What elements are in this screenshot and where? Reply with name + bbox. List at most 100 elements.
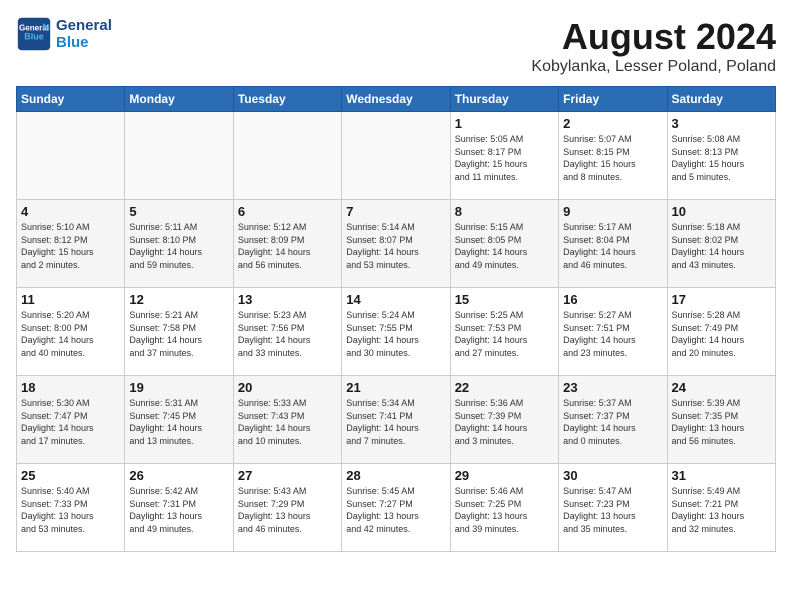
weekday-header-tuesday: Tuesday xyxy=(233,87,341,112)
calendar-cell: 4 Sunrise: 5:10 AM Sunset: 8:12 PM Daylig… xyxy=(17,200,125,288)
calendar-cell: 7Sunrise: 5:14 AM Sunset: 8:07 PM Daylig… xyxy=(342,200,450,288)
week-row-3: 11 Sunrise: 5:20 AM Sunset: 8:00 PM Dayli… xyxy=(17,288,776,376)
day-number: 16 xyxy=(563,292,662,307)
month-year-title: August 2024 xyxy=(531,16,776,58)
day-number: 29 xyxy=(455,468,554,483)
calendar-cell xyxy=(125,112,233,200)
week-row-4: 18Sunrise: 5:30 AM Sunset: 7:47 PM Dayli… xyxy=(17,376,776,464)
day-number: 31 xyxy=(672,468,771,483)
day-info: Sunrise: 5:12 AM Sunset: 8:09 PM Dayligh… xyxy=(238,221,337,271)
day-info: Sunrise: 5:23 AM Sunset: 7:56 PM Dayligh… xyxy=(238,309,337,359)
weekday-header-wednesday: Wednesday xyxy=(342,87,450,112)
svg-text:Blue: Blue xyxy=(24,31,44,41)
week-row-2: 4 Sunrise: 5:10 AM Sunset: 8:12 PM Daylig… xyxy=(17,200,776,288)
calendar-cell: 24Sunrise: 5:39 AM Sunset: 7:35 PM Dayli… xyxy=(667,376,775,464)
day-info: Sunrise: 5:14 AM Sunset: 8:07 PM Dayligh… xyxy=(346,221,445,271)
weekday-header-monday: Monday xyxy=(125,87,233,112)
week-row-5: 25 Sunrise: 5:40 AM Sunset: 7:33 PM Dayli… xyxy=(17,464,776,552)
calendar-header: SundayMondayTuesdayWednesdayThursdayFrid… xyxy=(17,87,776,112)
day-number: 11 xyxy=(21,292,120,307)
day-info: Sunrise: 5:17 AM Sunset: 8:04 PM Dayligh… xyxy=(563,221,662,271)
calendar-cell: 16 Sunrise: 5:27 AM Sunset: 7:51 PM Dayli… xyxy=(559,288,667,376)
day-info: Sunrise: 5:31 AM Sunset: 7:45 PM Dayligh… xyxy=(129,397,228,447)
day-info: Sunrise: 5:45 AM Sunset: 7:27 PM Dayligh… xyxy=(346,485,445,535)
day-info: Sunrise: 5:07 AM Sunset: 8:15 PM Dayligh… xyxy=(563,133,662,183)
day-number: 13 xyxy=(238,292,337,307)
calendar-cell: 19 Sunrise: 5:31 AM Sunset: 7:45 PM Dayli… xyxy=(125,376,233,464)
logo-line1: General xyxy=(56,17,112,34)
day-info: Sunrise: 5:11 AM Sunset: 8:10 PM Dayligh… xyxy=(129,221,228,271)
day-number: 19 xyxy=(129,380,228,395)
day-info: Sunrise: 5:34 AM Sunset: 7:41 PM Dayligh… xyxy=(346,397,445,447)
day-number: 14 xyxy=(346,292,445,307)
day-number: 5 xyxy=(129,204,228,219)
day-number: 22 xyxy=(455,380,554,395)
weekday-header-saturday: Saturday xyxy=(667,87,775,112)
day-number: 28 xyxy=(346,468,445,483)
day-info: Sunrise: 5:10 AM Sunset: 8:12 PM Dayligh… xyxy=(21,221,120,271)
day-info: Sunrise: 5:42 AM Sunset: 7:31 PM Dayligh… xyxy=(129,485,228,535)
calendar-cell: 26 Sunrise: 5:42 AM Sunset: 7:31 PM Dayli… xyxy=(125,464,233,552)
day-info: Sunrise: 5:40 AM Sunset: 7:33 PM Dayligh… xyxy=(21,485,120,535)
day-number: 3 xyxy=(672,116,771,131)
day-info: Sunrise: 5:33 AM Sunset: 7:43 PM Dayligh… xyxy=(238,397,337,447)
day-info: Sunrise: 5:36 AM Sunset: 7:39 PM Dayligh… xyxy=(455,397,554,447)
calendar-body: 1Sunrise: 5:05 AM Sunset: 8:17 PM Daylig… xyxy=(17,112,776,552)
calendar-cell: 3Sunrise: 5:08 AM Sunset: 8:13 PM Daylig… xyxy=(667,112,775,200)
day-info: Sunrise: 5:28 AM Sunset: 7:49 PM Dayligh… xyxy=(672,309,771,359)
day-number: 8 xyxy=(455,204,554,219)
calendar-cell: 8Sunrise: 5:15 AM Sunset: 8:05 PM Daylig… xyxy=(450,200,558,288)
day-info: Sunrise: 5:21 AM Sunset: 7:58 PM Dayligh… xyxy=(129,309,228,359)
weekday-header-friday: Friday xyxy=(559,87,667,112)
calendar-cell: 21Sunrise: 5:34 AM Sunset: 7:41 PM Dayli… xyxy=(342,376,450,464)
day-number: 9 xyxy=(563,204,662,219)
weekday-row: SundayMondayTuesdayWednesdayThursdayFrid… xyxy=(17,87,776,112)
calendar-cell: 9 Sunrise: 5:17 AM Sunset: 8:04 PM Daylig… xyxy=(559,200,667,288)
calendar-cell: 20 Sunrise: 5:33 AM Sunset: 7:43 PM Dayli… xyxy=(233,376,341,464)
day-number: 4 xyxy=(21,204,120,219)
day-number: 10 xyxy=(672,204,771,219)
calendar-cell: 17Sunrise: 5:28 AM Sunset: 7:49 PM Dayli… xyxy=(667,288,775,376)
day-info: Sunrise: 5:49 AM Sunset: 7:21 PM Dayligh… xyxy=(672,485,771,535)
calendar-cell: 2Sunrise: 5:07 AM Sunset: 8:15 PM Daylig… xyxy=(559,112,667,200)
calendar-cell: 6 Sunrise: 5:12 AM Sunset: 8:09 PM Daylig… xyxy=(233,200,341,288)
calendar-cell: 12 Sunrise: 5:21 AM Sunset: 7:58 PM Dayli… xyxy=(125,288,233,376)
calendar-cell: 14 Sunrise: 5:24 AM Sunset: 7:55 PM Dayli… xyxy=(342,288,450,376)
logo: General Blue General Blue xyxy=(16,16,112,52)
day-number: 20 xyxy=(238,380,337,395)
weekday-header-sunday: Sunday xyxy=(17,87,125,112)
day-number: 6 xyxy=(238,204,337,219)
day-number: 18 xyxy=(21,380,120,395)
calendar-cell: 10 Sunrise: 5:18 AM Sunset: 8:02 PM Dayli… xyxy=(667,200,775,288)
day-info: Sunrise: 5:25 AM Sunset: 7:53 PM Dayligh… xyxy=(455,309,554,359)
title-area: August 2024 Kobylanka, Lesser Poland, Po… xyxy=(531,16,776,76)
calendar-cell xyxy=(233,112,341,200)
day-info: Sunrise: 5:27 AM Sunset: 7:51 PM Dayligh… xyxy=(563,309,662,359)
calendar-cell: 22 Sunrise: 5:36 AM Sunset: 7:39 PM Dayli… xyxy=(450,376,558,464)
day-info: Sunrise: 5:43 AM Sunset: 7:29 PM Dayligh… xyxy=(238,485,337,535)
page-header: General Blue General Blue August 2024 Ko… xyxy=(16,16,776,76)
day-info: Sunrise: 5:18 AM Sunset: 8:02 PM Dayligh… xyxy=(672,221,771,271)
calendar-cell xyxy=(342,112,450,200)
calendar-cell: 13 Sunrise: 5:23 AM Sunset: 7:56 PM Dayli… xyxy=(233,288,341,376)
day-info: Sunrise: 5:47 AM Sunset: 7:23 PM Dayligh… xyxy=(563,485,662,535)
day-number: 15 xyxy=(455,292,554,307)
day-number: 12 xyxy=(129,292,228,307)
day-number: 25 xyxy=(21,468,120,483)
calendar-cell xyxy=(17,112,125,200)
calendar-cell: 11 Sunrise: 5:20 AM Sunset: 8:00 PM Dayli… xyxy=(17,288,125,376)
day-info: Sunrise: 5:24 AM Sunset: 7:55 PM Dayligh… xyxy=(346,309,445,359)
calendar-cell: 1Sunrise: 5:05 AM Sunset: 8:17 PM Daylig… xyxy=(450,112,558,200)
calendar-cell: 18Sunrise: 5:30 AM Sunset: 7:47 PM Dayli… xyxy=(17,376,125,464)
calendar-cell: 30Sunrise: 5:47 AM Sunset: 7:23 PM Dayli… xyxy=(559,464,667,552)
week-row-1: 1Sunrise: 5:05 AM Sunset: 8:17 PM Daylig… xyxy=(17,112,776,200)
day-number: 1 xyxy=(455,116,554,131)
calendar-cell: 5 Sunrise: 5:11 AM Sunset: 8:10 PM Daylig… xyxy=(125,200,233,288)
day-info: Sunrise: 5:20 AM Sunset: 8:00 PM Dayligh… xyxy=(21,309,120,359)
day-number: 23 xyxy=(563,380,662,395)
calendar-cell: 29Sunrise: 5:46 AM Sunset: 7:25 PM Dayli… xyxy=(450,464,558,552)
location-subtitle: Kobylanka, Lesser Poland, Poland xyxy=(531,58,776,76)
logo-icon: General Blue xyxy=(16,16,52,52)
day-number: 26 xyxy=(129,468,228,483)
calendar-table: SundayMondayTuesdayWednesdayThursdayFrid… xyxy=(16,86,776,552)
